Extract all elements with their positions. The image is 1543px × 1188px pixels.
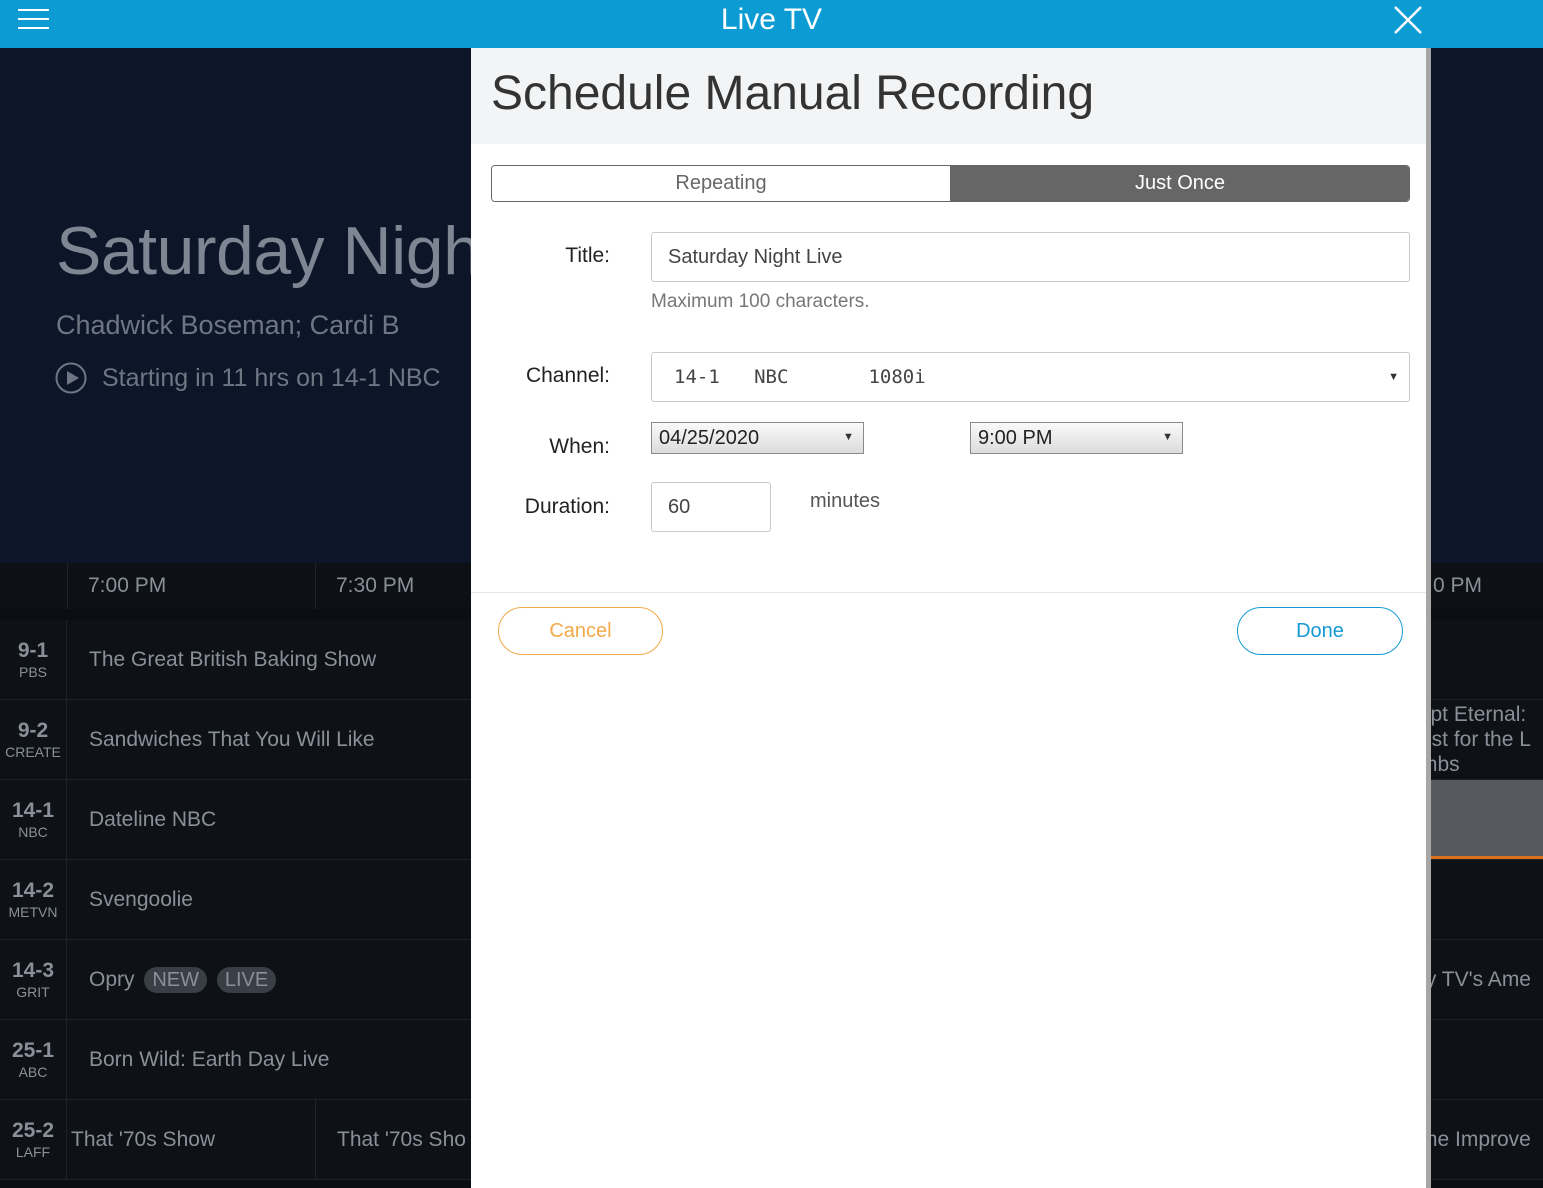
- program-cell[interactable]: That '70s Sho: [315, 1100, 471, 1179]
- program-title-line: ty TV's Ame: [1430, 968, 1531, 991]
- program-cell[interactable]: Svengoolie: [89, 860, 469, 939]
- channel-cell[interactable]: 9-2 CREATE: [0, 700, 67, 779]
- recording-type-toggle: Repeating Just Once: [491, 165, 1410, 202]
- hero-program-title: Saturday Nigh: [56, 213, 481, 289]
- channel-cell[interactable]: 25-2 LAFF: [0, 1100, 67, 1179]
- program-cell[interactable]: Opry NEW LIVE: [89, 940, 469, 1019]
- program-cell-right[interactable]: ypt Eternal: est for the L mbs: [1430, 700, 1543, 779]
- program-cell[interactable]: Born Wild: Earth Day Live: [89, 1020, 469, 1099]
- date-select-value: 04/25/2020: [659, 427, 760, 449]
- program-cell[interactable]: Sandwiches That You Will Like: [89, 700, 469, 779]
- title-label: Title:: [565, 244, 610, 267]
- channel-cell[interactable]: 25-1 ABC: [0, 1020, 67, 1099]
- app-title: Live TV: [720, 3, 823, 36]
- channel-network: ABC: [18, 1064, 48, 1080]
- channel-select-value: 14-1 NBC 1080i: [674, 366, 926, 388]
- duration-label: Duration:: [524, 495, 610, 518]
- duration-units: minutes: [810, 490, 881, 512]
- program-title-line: mbs: [1430, 753, 1460, 776]
- time-select[interactable]: 9:00 PM ▼: [970, 422, 1183, 454]
- channel-network: LAFF: [15, 1144, 51, 1160]
- channel-number: 25-1: [11, 1039, 55, 1062]
- done-button[interactable]: Done: [1237, 607, 1403, 655]
- dialog-divider: [471, 592, 1426, 593]
- cancel-button[interactable]: Cancel: [498, 607, 663, 655]
- channel-network: CREATE: [5, 744, 61, 760]
- program-cell-right[interactable]: me Improve: [1430, 1100, 1543, 1179]
- play-circle-icon[interactable]: [55, 362, 87, 394]
- when-label: When:: [549, 435, 610, 458]
- duration-input[interactable]: [651, 482, 771, 532]
- channel-network: PBS: [18, 664, 47, 680]
- time-slot-right: 0 PM: [1430, 563, 1543, 609]
- channel-select[interactable]: 14-1 NBC 1080i ▼: [651, 352, 1410, 402]
- just-once-segment[interactable]: Just Once: [951, 166, 1409, 201]
- program-cell-selected[interactable]: [1430, 780, 1543, 859]
- program-title-line: est for the L: [1430, 728, 1531, 751]
- channel-cell[interactable]: 9-1 PBS: [0, 620, 67, 699]
- time-slot-1: 7:00 PM: [67, 563, 315, 609]
- channel-number: 9-1: [17, 639, 49, 662]
- time-select-value: 9:00 PM: [978, 427, 1053, 449]
- program-title-line: me Improve: [1430, 1128, 1531, 1151]
- time-slot-right-label: 0 PM: [1433, 574, 1483, 597]
- channel-label: Channel:: [525, 364, 610, 387]
- chevron-down-icon: ▼: [843, 431, 854, 443]
- chevron-down-icon: ▼: [1388, 371, 1399, 383]
- channel-cell[interactable]: 14-3 GRIT: [0, 940, 67, 1019]
- channel-cell[interactable]: 14-2 METVN: [0, 860, 67, 939]
- program-cell[interactable]: That '70s Show: [71, 1100, 315, 1179]
- dialog-scrollbar[interactable]: [1426, 48, 1431, 1188]
- channel-number: 14-1: [11, 799, 55, 822]
- close-icon[interactable]: [1392, 4, 1424, 36]
- channel-cell[interactable]: 14-1 NBC: [0, 780, 67, 859]
- channel-network: NBC: [18, 824, 48, 840]
- program-title-line: ypt Eternal:: [1430, 703, 1527, 726]
- time-slot-2: 7:30 PM: [315, 563, 492, 609]
- date-select[interactable]: 04/25/2020 ▼: [651, 422, 864, 454]
- dialog-header: Schedule Manual Recording: [471, 48, 1426, 144]
- repeating-segment[interactable]: Repeating: [492, 166, 951, 201]
- new-badge: NEW: [144, 967, 208, 994]
- hero-air-status: Starting in 11 hrs on 14-1 NBC: [102, 364, 441, 392]
- channel-number: 14-2: [11, 879, 55, 902]
- top-bar: Live TV: [0, 0, 1543, 48]
- live-badge: LIVE: [216, 967, 277, 994]
- dialog-title: Schedule Manual Recording: [491, 67, 1095, 120]
- schedule-recording-dialog: Schedule Manual Recording Repeating Just…: [471, 48, 1431, 1188]
- program-cell[interactable]: The Great British Baking Show: [89, 620, 469, 699]
- channel-network: METVN: [8, 904, 58, 920]
- chevron-down-icon: ▼: [1162, 431, 1173, 443]
- title-input[interactable]: [651, 232, 1410, 282]
- channel-network: GRIT: [16, 984, 50, 1000]
- hero-program-subtitle: Chadwick Boseman; Cardi B: [56, 310, 400, 340]
- program-cell[interactable]: Dateline NBC: [89, 780, 469, 859]
- channel-number: 14-3: [11, 959, 55, 982]
- channel-number: 25-2: [11, 1119, 55, 1142]
- program-title: Opry: [89, 968, 135, 991]
- channel-number: 9-2: [17, 719, 49, 742]
- title-hint: Maximum 100 characters.: [651, 291, 870, 312]
- program-cell-right[interactable]: ty TV's Ame: [1430, 940, 1543, 1019]
